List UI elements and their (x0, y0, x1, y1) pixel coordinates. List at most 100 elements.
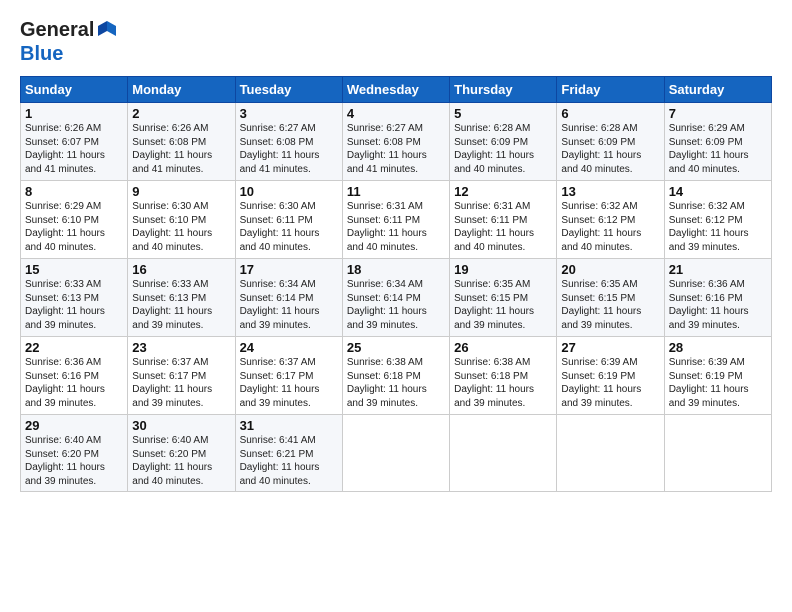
calendar-day-header: Tuesday (235, 77, 342, 103)
day-info: Sunrise: 6:30 AMSunset: 6:10 PMDaylight:… (132, 201, 212, 253)
calendar-cell (557, 415, 664, 492)
day-info: Sunrise: 6:28 AMSunset: 6:09 PMDaylight:… (561, 123, 641, 175)
day-info: Sunrise: 6:38 AMSunset: 6:18 PMDaylight:… (347, 357, 427, 409)
calendar-cell: 20 Sunrise: 6:35 AMSunset: 6:15 PMDaylig… (557, 259, 664, 337)
day-info: Sunrise: 6:27 AMSunset: 6:08 PMDaylight:… (347, 123, 427, 175)
day-info: Sunrise: 6:40 AMSunset: 6:20 PMDaylight:… (25, 435, 105, 487)
calendar-cell: 18 Sunrise: 6:34 AMSunset: 6:14 PMDaylig… (342, 259, 449, 337)
calendar-cell: 6 Sunrise: 6:28 AMSunset: 6:09 PMDayligh… (557, 103, 664, 181)
day-info: Sunrise: 6:38 AMSunset: 6:18 PMDaylight:… (454, 357, 534, 409)
calendar-cell: 7 Sunrise: 6:29 AMSunset: 6:09 PMDayligh… (664, 103, 771, 181)
day-number: 18 (347, 262, 445, 277)
calendar-cell: 5 Sunrise: 6:28 AMSunset: 6:09 PMDayligh… (450, 103, 557, 181)
day-number: 5 (454, 106, 552, 121)
calendar-week-row: 22 Sunrise: 6:36 AMSunset: 6:16 PMDaylig… (21, 337, 772, 415)
day-info: Sunrise: 6:30 AMSunset: 6:11 PMDaylight:… (240, 201, 320, 253)
calendar-week-row: 1 Sunrise: 6:26 AMSunset: 6:07 PMDayligh… (21, 103, 772, 181)
calendar-table: SundayMondayTuesdayWednesdayThursdayFrid… (20, 76, 772, 492)
calendar-cell: 29 Sunrise: 6:40 AMSunset: 6:20 PMDaylig… (21, 415, 128, 492)
calendar-cell: 2 Sunrise: 6:26 AMSunset: 6:08 PMDayligh… (128, 103, 235, 181)
day-number: 8 (25, 184, 123, 199)
day-info: Sunrise: 6:35 AMSunset: 6:15 PMDaylight:… (454, 279, 534, 331)
calendar-header-row: SundayMondayTuesdayWednesdayThursdayFrid… (21, 77, 772, 103)
calendar-cell (342, 415, 449, 492)
calendar-day-header: Thursday (450, 77, 557, 103)
day-number: 9 (132, 184, 230, 199)
day-number: 16 (132, 262, 230, 277)
day-info: Sunrise: 6:41 AMSunset: 6:21 PMDaylight:… (240, 435, 320, 487)
calendar-cell: 19 Sunrise: 6:35 AMSunset: 6:15 PMDaylig… (450, 259, 557, 337)
calendar-cell: 11 Sunrise: 6:31 AMSunset: 6:11 PMDaylig… (342, 181, 449, 259)
day-info: Sunrise: 6:33 AMSunset: 6:13 PMDaylight:… (25, 279, 105, 331)
calendar-cell: 13 Sunrise: 6:32 AMSunset: 6:12 PMDaylig… (557, 181, 664, 259)
day-info: Sunrise: 6:26 AMSunset: 6:07 PMDaylight:… (25, 123, 105, 175)
day-number: 3 (240, 106, 338, 121)
calendar-cell: 12 Sunrise: 6:31 AMSunset: 6:11 PMDaylig… (450, 181, 557, 259)
day-info: Sunrise: 6:35 AMSunset: 6:15 PMDaylight:… (561, 279, 641, 331)
day-number: 11 (347, 184, 445, 199)
calendar-cell: 28 Sunrise: 6:39 AMSunset: 6:19 PMDaylig… (664, 337, 771, 415)
calendar-cell: 1 Sunrise: 6:26 AMSunset: 6:07 PMDayligh… (21, 103, 128, 181)
calendar-week-row: 15 Sunrise: 6:33 AMSunset: 6:13 PMDaylig… (21, 259, 772, 337)
day-number: 20 (561, 262, 659, 277)
day-info: Sunrise: 6:28 AMSunset: 6:09 PMDaylight:… (454, 123, 534, 175)
logo-blue: Blue (20, 42, 63, 66)
day-number: 4 (347, 106, 445, 121)
logo: General Blue (20, 18, 118, 66)
day-number: 15 (25, 262, 123, 277)
calendar-cell: 24 Sunrise: 6:37 AMSunset: 6:17 PMDaylig… (235, 337, 342, 415)
day-info: Sunrise: 6:31 AMSunset: 6:11 PMDaylight:… (454, 201, 534, 253)
day-number: 13 (561, 184, 659, 199)
day-info: Sunrise: 6:29 AMSunset: 6:09 PMDaylight:… (669, 123, 749, 175)
calendar-cell: 4 Sunrise: 6:27 AMSunset: 6:08 PMDayligh… (342, 103, 449, 181)
calendar-cell: 17 Sunrise: 6:34 AMSunset: 6:14 PMDaylig… (235, 259, 342, 337)
day-info: Sunrise: 6:36 AMSunset: 6:16 PMDaylight:… (669, 279, 749, 331)
day-number: 19 (454, 262, 552, 277)
day-number: 21 (669, 262, 767, 277)
calendar-week-row: 29 Sunrise: 6:40 AMSunset: 6:20 PMDaylig… (21, 415, 772, 492)
calendar-cell: 22 Sunrise: 6:36 AMSunset: 6:16 PMDaylig… (21, 337, 128, 415)
day-info: Sunrise: 6:32 AMSunset: 6:12 PMDaylight:… (561, 201, 641, 253)
day-number: 1 (25, 106, 123, 121)
calendar-day-header: Saturday (664, 77, 771, 103)
day-number: 17 (240, 262, 338, 277)
calendar-cell: 31 Sunrise: 6:41 AMSunset: 6:21 PMDaylig… (235, 415, 342, 492)
calendar-cell: 27 Sunrise: 6:39 AMSunset: 6:19 PMDaylig… (557, 337, 664, 415)
day-number: 30 (132, 418, 230, 433)
calendar-cell: 26 Sunrise: 6:38 AMSunset: 6:18 PMDaylig… (450, 337, 557, 415)
day-number: 24 (240, 340, 338, 355)
calendar-cell: 8 Sunrise: 6:29 AMSunset: 6:10 PMDayligh… (21, 181, 128, 259)
calendar-day-header: Monday (128, 77, 235, 103)
day-number: 12 (454, 184, 552, 199)
day-info: Sunrise: 6:34 AMSunset: 6:14 PMDaylight:… (347, 279, 427, 331)
day-number: 6 (561, 106, 659, 121)
day-number: 2 (132, 106, 230, 121)
day-info: Sunrise: 6:31 AMSunset: 6:11 PMDaylight:… (347, 201, 427, 253)
day-info: Sunrise: 6:39 AMSunset: 6:19 PMDaylight:… (669, 357, 749, 409)
calendar-cell: 23 Sunrise: 6:37 AMSunset: 6:17 PMDaylig… (128, 337, 235, 415)
day-number: 14 (669, 184, 767, 199)
day-info: Sunrise: 6:39 AMSunset: 6:19 PMDaylight:… (561, 357, 641, 409)
day-info: Sunrise: 6:36 AMSunset: 6:16 PMDaylight:… (25, 357, 105, 409)
day-number: 28 (669, 340, 767, 355)
calendar-day-header: Friday (557, 77, 664, 103)
day-number: 29 (25, 418, 123, 433)
day-info: Sunrise: 6:34 AMSunset: 6:14 PMDaylight:… (240, 279, 320, 331)
day-info: Sunrise: 6:27 AMSunset: 6:08 PMDaylight:… (240, 123, 320, 175)
calendar-cell (450, 415, 557, 492)
day-info: Sunrise: 6:40 AMSunset: 6:20 PMDaylight:… (132, 435, 212, 487)
day-info: Sunrise: 6:26 AMSunset: 6:08 PMDaylight:… (132, 123, 212, 175)
calendar-cell: 21 Sunrise: 6:36 AMSunset: 6:16 PMDaylig… (664, 259, 771, 337)
day-number: 25 (347, 340, 445, 355)
logo-general: General (20, 18, 94, 42)
calendar-cell: 16 Sunrise: 6:33 AMSunset: 6:13 PMDaylig… (128, 259, 235, 337)
day-info: Sunrise: 6:33 AMSunset: 6:13 PMDaylight:… (132, 279, 212, 331)
day-info: Sunrise: 6:32 AMSunset: 6:12 PMDaylight:… (669, 201, 749, 253)
calendar-cell: 10 Sunrise: 6:30 AMSunset: 6:11 PMDaylig… (235, 181, 342, 259)
calendar-cell: 9 Sunrise: 6:30 AMSunset: 6:10 PMDayligh… (128, 181, 235, 259)
day-number: 31 (240, 418, 338, 433)
calendar-cell: 15 Sunrise: 6:33 AMSunset: 6:13 PMDaylig… (21, 259, 128, 337)
day-number: 23 (132, 340, 230, 355)
calendar-day-header: Wednesday (342, 77, 449, 103)
day-number: 10 (240, 184, 338, 199)
